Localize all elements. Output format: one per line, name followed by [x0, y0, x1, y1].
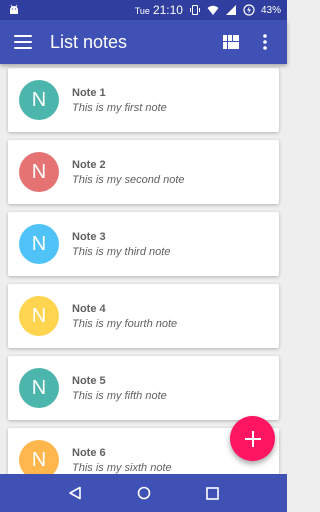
avatar: N: [19, 440, 59, 474]
recents-icon: [206, 486, 219, 500]
note-title: Note 5: [72, 374, 106, 387]
note-title: Note 4: [72, 302, 106, 315]
page-title: List notes: [50, 31, 128, 52]
signal-icon: [225, 5, 236, 15]
view-module-icon: [223, 35, 239, 49]
back-button[interactable]: [63, 481, 87, 505]
note-title: Note 3: [72, 230, 106, 243]
list-item[interactable]: N Note 5 This is my fifth note: [8, 356, 279, 420]
add-note-button[interactable]: [230, 416, 275, 461]
avatar: N: [19, 80, 59, 120]
android-icon: [10, 4, 18, 14]
vibrate-icon: [189, 5, 200, 15]
menu-icon[interactable]: [14, 35, 32, 49]
more-vert-icon: [263, 34, 267, 50]
note-title: Note 2: [72, 158, 106, 171]
note-body: This is my fifth note: [72, 389, 167, 402]
note-body: This is my third note: [72, 245, 171, 258]
note-title: Note 6: [72, 446, 106, 459]
wifi-icon: [207, 5, 219, 15]
status-time: Tue 21:10: [135, 3, 183, 17]
list-item[interactable]: N Note 1 This is my first note: [8, 68, 279, 132]
list-item[interactable]: N Note 2 This is my second note: [8, 140, 279, 204]
note-body: This is my second note: [72, 173, 185, 186]
list-item[interactable]: N Note 4 This is my fourth note: [8, 284, 279, 348]
note-body: This is my first note: [72, 101, 167, 114]
note-body: This is my sixth note: [72, 461, 172, 474]
battery-percent: 43%: [260, 4, 281, 16]
status-clock: 21:10: [152, 3, 183, 17]
add-icon: [244, 430, 261, 447]
avatar: N: [19, 224, 59, 264]
list-item[interactable]: N Note 3 This is my third note: [8, 212, 279, 276]
home-icon: [137, 486, 150, 500]
recents-button[interactable]: [201, 481, 225, 505]
note-title: Note 1: [72, 86, 106, 99]
status-day: Tue: [134, 6, 150, 16]
view-module-button[interactable]: [219, 30, 243, 54]
battery-icon: [243, 4, 255, 16]
status-bar: Tue 21:10 43%: [0, 0, 287, 20]
avatar: N: [19, 368, 59, 408]
app-bar: List notes: [0, 20, 287, 64]
avatar: N: [19, 296, 59, 336]
back-icon: [68, 486, 81, 500]
note-body: This is my fourth note: [72, 317, 178, 330]
home-button[interactable]: [132, 481, 156, 505]
more-options-button[interactable]: [253, 30, 277, 54]
navigation-bar: [0, 474, 287, 512]
notes-list[interactable]: N Note 1 This is my first note N Note 2 …: [0, 64, 287, 474]
avatar: N: [19, 152, 59, 192]
